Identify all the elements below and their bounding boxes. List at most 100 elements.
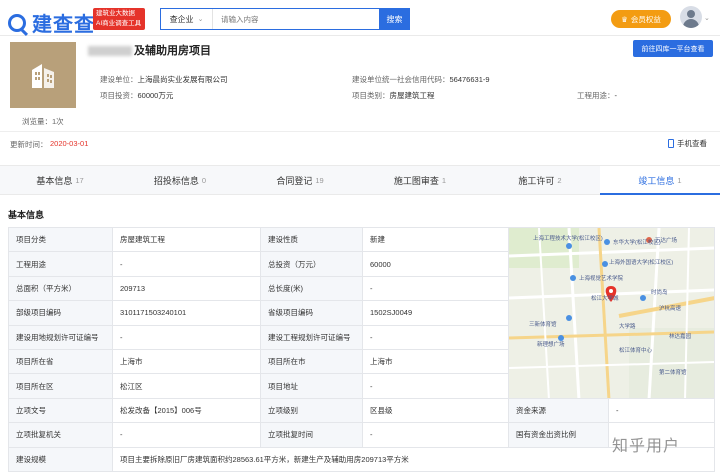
- mobile-view-link[interactable]: 手机查看: [668, 138, 707, 149]
- avatar[interactable]: [680, 6, 702, 28]
- chevron-down-icon: ⌄: [197, 16, 204, 23]
- tab-bidding-info[interactable]: 招投标信息 0: [120, 166, 240, 194]
- credit-meta: 建设单位统一社会信用代码：56476631-9: [352, 74, 490, 85]
- table-value: 松发改备【2015】006号: [112, 397, 261, 424]
- table-label: 项目分类: [8, 226, 113, 253]
- table-row: 立项批复机关 - 立项批复时间 - 国有资金出资比例: [8, 422, 715, 448]
- table-value: 60000: [362, 251, 509, 277]
- brand-logo[interactable]: 建查查: [8, 8, 95, 37]
- search-scope-label: 查企业: [169, 14, 194, 24]
- map-label: 东华大学(松江校区): [613, 240, 661, 246]
- table-value: 209713: [112, 275, 261, 302]
- table-label: 总长度(米): [260, 275, 363, 302]
- tab-count: 1: [441, 175, 447, 185]
- location-map[interactable]: 上海工程技术大学(松江校区) 东华大学(松江校区) 万达广场 上海外国语大学(松…: [508, 227, 715, 399]
- tab-label: 基本信息: [36, 175, 73, 186]
- map-label: 时尚岛: [651, 290, 668, 296]
- tab-contract-registration[interactable]: 合同登记 19: [240, 166, 360, 194]
- update-time-label: 更新时间：: [10, 140, 48, 149]
- mobile-view-label: 手机查看: [677, 139, 707, 148]
- usage-value: -: [614, 91, 618, 100]
- table-row: 立项文号 松发改备【2015】006号 立项级别 区县级 资金来源 -: [8, 397, 715, 424]
- map-label: 第二体育馆: [659, 370, 687, 376]
- goto-platform-button[interactable]: 前往四库一平台查看: [633, 40, 713, 57]
- tab-count: 17: [75, 175, 84, 185]
- table-label: 总面积（平方米）: [8, 275, 113, 302]
- table-value: 区县级: [362, 397, 509, 424]
- brand-badge: 建筑业大数据 AI商业调查工具: [93, 8, 145, 30]
- badge-line-1: 建筑业大数据: [96, 10, 135, 17]
- table-label: 总投资（万元）: [260, 251, 363, 277]
- table-label: 建设用地规划许可证编号: [8, 324, 113, 350]
- table-value: 上海市: [112, 348, 261, 375]
- search-button[interactable]: 搜索: [379, 8, 410, 30]
- table-label: 立项级别: [260, 397, 363, 424]
- table-value: -: [112, 324, 261, 350]
- map-label: 万达广场: [655, 238, 678, 244]
- table-value: -: [362, 275, 509, 302]
- tab-count: 2: [557, 175, 562, 185]
- table-value: -: [608, 397, 715, 424]
- building-icon: [32, 64, 54, 88]
- chevron-down-icon[interactable]: ⌄: [704, 14, 710, 22]
- map-label: 松江大学城: [591, 296, 619, 302]
- avatar-body: [683, 19, 699, 28]
- table-value: 上海市: [362, 348, 509, 375]
- map-label: 新理想广场: [537, 342, 565, 348]
- tab-label: 竣工信息: [638, 175, 675, 186]
- credit-label: 建设单位统一社会信用代码：: [352, 75, 450, 84]
- magnifier-logo-icon: [8, 13, 26, 32]
- table-label: 建设性质: [260, 226, 363, 253]
- usage-meta: 工程用途：-: [577, 90, 617, 101]
- page-title-text: 及辅助用房项目: [134, 45, 211, 57]
- map-label: 上海工程技术大学(松江校区): [533, 236, 603, 242]
- search-box: 查企业 ⌄: [160, 8, 380, 30]
- table-label: 部级项目编码: [8, 300, 113, 326]
- map-label: 林达嘉园: [669, 334, 692, 340]
- section-title: 基本信息: [8, 210, 45, 220]
- tab-drawing-review[interactable]: 施工图审查 1: [360, 166, 480, 194]
- builder-label: 建设单位：: [100, 75, 138, 84]
- tab-label: 施工图审查: [393, 175, 439, 186]
- map-label: 上海外国语大学(松江校区): [609, 260, 674, 266]
- search-input[interactable]: [213, 9, 379, 29]
- category-meta: 项目类别：房屋建筑工程: [352, 90, 435, 101]
- usage-label: 工程用途：: [577, 91, 615, 100]
- table-label: 国有资金出资比例: [508, 422, 609, 448]
- table-value: 松江区: [112, 373, 261, 399]
- tab-label: 合同登记: [276, 175, 313, 186]
- tab-construction-permit[interactable]: 施工许可 2: [480, 166, 600, 194]
- investment-label: 项目投资：: [100, 91, 138, 100]
- map-canvas[interactable]: 上海工程技术大学(松江校区) 东华大学(松江校区) 万达广场 上海外国语大学(松…: [509, 228, 714, 398]
- table-label: 项目所在区: [8, 373, 113, 399]
- table-label: 立项批复机关: [8, 422, 113, 448]
- map-label: 大学路: [619, 324, 636, 330]
- table-value: 3101171503240101: [112, 300, 261, 326]
- tab-label: 施工许可: [518, 175, 555, 186]
- search-scope-select[interactable]: 查企业 ⌄: [161, 9, 213, 29]
- table-value: -: [112, 251, 261, 277]
- tab-basic-info[interactable]: 基本信息 17: [0, 166, 120, 194]
- map-label: 松江体育中心: [619, 348, 653, 354]
- table-row: 建设规模 项目主要拆除原旧厂房建筑面积约28563.61平方米，新建生产及辅助用…: [8, 446, 715, 472]
- update-time-value: 2020-03-01: [50, 139, 89, 148]
- basic-info-table: 项目分类 房屋建筑工程 建设性质 新建 上海工程技术大学(松江校区) 东华大学(…: [8, 226, 715, 472]
- tab-bar: 基本信息 17 招投标信息 0 合同登记 19 施工图审查 1 施工许可 2 竣工信息 1: [0, 165, 720, 195]
- page-title: 及辅助用房项目: [88, 42, 211, 58]
- table-label: 项目所在省: [8, 348, 113, 375]
- vip-button-label: 会员权益: [630, 14, 661, 24]
- map-label: 上海视觉艺术学院: [579, 276, 624, 282]
- vip-benefits-button[interactable]: ♛ 会员权益: [611, 10, 671, 28]
- tab-count: 19: [315, 175, 324, 185]
- builder-meta: 建设单位：上海晨尚实业发展有限公司: [100, 74, 228, 85]
- avatar-head: [687, 10, 695, 18]
- tab-count: 0: [201, 175, 207, 185]
- builder-value[interactable]: 上海晨尚实业发展有限公司: [138, 75, 228, 84]
- badge-line-2: AI商业调查工具: [96, 20, 142, 27]
- logo-text: 建查查: [32, 14, 95, 36]
- category-value: 房屋建筑工程: [389, 91, 435, 100]
- table-label: 省级项目编码: [260, 300, 363, 326]
- investment-meta: 项目投资：60000万元: [100, 90, 173, 101]
- crown-icon: ♛: [621, 14, 628, 24]
- tab-completion-info[interactable]: 竣工信息 1: [600, 166, 720, 195]
